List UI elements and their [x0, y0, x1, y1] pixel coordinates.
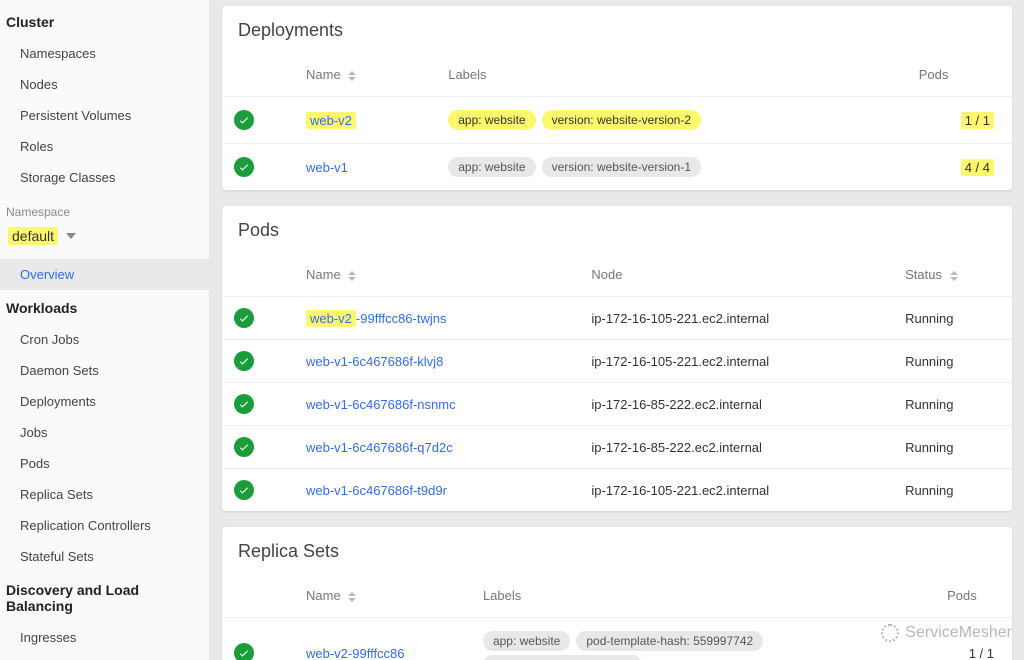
status-ok-icon [234, 110, 254, 130]
namespace-select[interactable]: default [0, 223, 209, 259]
pods-table: Name Node Status web-v2-99fffcc86-twjns i… [222, 261, 1012, 511]
sidebar-item-replica-sets[interactable]: Replica Sets [0, 479, 209, 510]
col-labels[interactable]: Labels [436, 61, 906, 97]
col-name[interactable]: Name [266, 61, 436, 97]
sort-icon [348, 592, 356, 602]
status-ok-icon [234, 643, 254, 660]
pod-link[interactable]: web-v1-6c467686f-klvj8 [306, 354, 443, 369]
section-discovery-title: Discovery and Load Balancing [0, 572, 209, 622]
section-cluster-title: Cluster [0, 4, 209, 38]
sidebar-item-pods[interactable]: Pods [0, 448, 209, 479]
col-name[interactable]: Name [266, 582, 471, 618]
deployments-table: Name Labels Pods web-v2 app: website versi… [222, 61, 1012, 190]
pods-count: 1 / 1 [961, 112, 994, 129]
status-ok-icon [234, 394, 254, 414]
replicaset-link[interactable]: web-v2-99fffcc86 [306, 646, 405, 660]
sort-icon [950, 271, 958, 281]
sidebar-item-deployments[interactable]: Deployments [0, 386, 209, 417]
sidebar-item-daemon-sets[interactable]: Daemon Sets [0, 355, 209, 386]
status-cell: Running [893, 297, 1012, 340]
col-pods[interactable]: Pods [907, 61, 1012, 97]
sidebar-item-nodes[interactable]: Nodes [0, 69, 209, 100]
pod-link[interactable]: web-v1-6c467686f-t9d9r [306, 483, 447, 498]
status-cell: Running [893, 426, 1012, 469]
status-ok-icon [234, 157, 254, 177]
node-cell: ip-172-16-105-221.ec2.internal [579, 340, 893, 383]
sidebar-item-services[interactable]: Services [0, 653, 209, 660]
node-cell: ip-172-16-85-222.ec2.internal [579, 383, 893, 426]
node-cell: ip-172-16-105-221.ec2.internal [579, 297, 893, 340]
pods-title: Pods [222, 206, 1012, 261]
status-ok-icon [234, 480, 254, 500]
col-labels[interactable]: Labels [471, 582, 935, 618]
sidebar-item-jobs[interactable]: Jobs [0, 417, 209, 448]
status-ok-icon [234, 437, 254, 457]
label-chip: app: website [448, 110, 535, 130]
col-node[interactable]: Node [579, 261, 893, 297]
table-row: web-v1-6c467686f-klvj8 ip-172-16-105-221.… [222, 340, 1012, 383]
pods-count: 4 / 4 [961, 159, 994, 176]
section-workloads-title: Workloads [0, 290, 209, 324]
sidebar-item-stateful-sets[interactable]: Stateful Sets [0, 541, 209, 572]
table-row: web-v1-6c467686f-t9d9r ip-172-16-105-221.… [222, 469, 1012, 512]
sort-icon [348, 271, 356, 281]
table-row: web-v1-6c467686f-q7d2c ip-172-16-85-222.e… [222, 426, 1012, 469]
label-chip: pod-template-hash: 559997742 [576, 631, 763, 651]
namespace-label: Namespace [0, 193, 209, 223]
pods-card: Pods Name Node Status [222, 206, 1012, 511]
deployment-link[interactable]: web-v2 [306, 112, 356, 129]
label-chip: app: website [448, 157, 535, 177]
col-status[interactable]: Status [893, 261, 1012, 297]
pod-link[interactable]: web-v1-6c467686f-nsnmc [306, 397, 456, 412]
pods-count: 1 / 1 [935, 618, 1012, 660]
sidebar-item-persistent-volumes[interactable]: Persistent Volumes [0, 100, 209, 131]
replicasets-table: Name Labels Pods web-v2-99fffcc86 app: we… [222, 582, 1012, 660]
chevron-down-icon [66, 233, 76, 239]
app-root: Cluster Namespaces Nodes Persistent Volu… [0, 0, 1024, 660]
table-row: web-v1 app: website version: website-versi… [222, 144, 1012, 191]
main-content: Deployments Name Labels Pods web-v2 app: … [210, 0, 1024, 660]
deployments-card: Deployments Name Labels Pods web-v2 app: … [222, 6, 1012, 190]
sidebar-item-replication-controllers[interactable]: Replication Controllers [0, 510, 209, 541]
pod-link[interactable]: web-v2-99fffcc86-twjns [306, 310, 446, 327]
sidebar-item-ingresses[interactable]: Ingresses [0, 622, 209, 653]
sidebar-item-roles[interactable]: Roles [0, 131, 209, 162]
sort-icon [348, 71, 356, 81]
table-row: web-v1-6c467686f-nsnmc ip-172-16-85-222.e… [222, 383, 1012, 426]
table-row: web-v2-99fffcc86 app: website pod-template… [222, 618, 1012, 660]
node-cell: ip-172-16-105-221.ec2.internal [579, 469, 893, 512]
sidebar-item-namespaces[interactable]: Namespaces [0, 38, 209, 69]
status-ok-icon [234, 308, 254, 328]
status-cell: Running [893, 383, 1012, 426]
replicasets-title: Replica Sets [222, 527, 1012, 582]
namespace-value: default [8, 227, 58, 245]
col-pods[interactable]: Pods [935, 582, 1012, 618]
pod-link[interactable]: web-v1-6c467686f-q7d2c [306, 440, 453, 455]
replicasets-card: Replica Sets Name Labels Pods web-v2-99f… [222, 527, 1012, 660]
sidebar-item-overview[interactable]: Overview [0, 259, 209, 290]
status-cell: Running [893, 469, 1012, 512]
table-row: web-v2 app: website version: website-versi… [222, 97, 1012, 144]
deployment-link[interactable]: web-v1 [306, 160, 348, 175]
status-cell: Running [893, 340, 1012, 383]
table-row: web-v2-99fffcc86-twjns ip-172-16-105-221.… [222, 297, 1012, 340]
deployments-title: Deployments [222, 6, 1012, 61]
col-name[interactable]: Name [266, 261, 579, 297]
label-chip: app: website [483, 631, 570, 651]
status-ok-icon [234, 351, 254, 371]
label-chip: version: website-version-1 [542, 157, 701, 177]
node-cell: ip-172-16-85-222.ec2.internal [579, 426, 893, 469]
sidebar-item-storage-classes[interactable]: Storage Classes [0, 162, 209, 193]
label-chip: version: website-version-2 [483, 655, 642, 660]
sidebar-item-cron-jobs[interactable]: Cron Jobs [0, 324, 209, 355]
label-chip: version: website-version-2 [542, 110, 701, 130]
sidebar: Cluster Namespaces Nodes Persistent Volu… [0, 0, 210, 660]
